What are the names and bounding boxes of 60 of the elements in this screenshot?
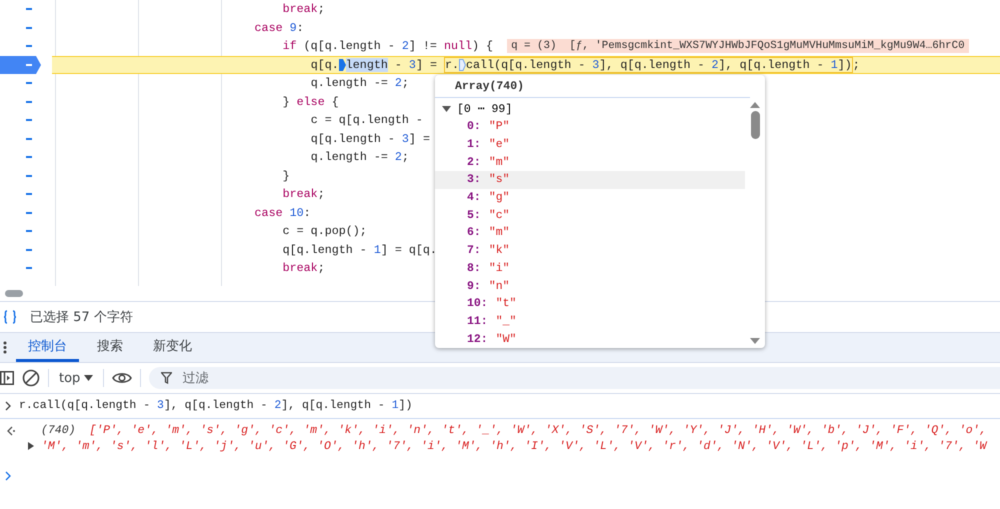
array-item-row[interactable]: 11: "_"	[435, 312, 745, 330]
array-item-row[interactable]: 0: "P"	[435, 118, 745, 136]
array-item-row[interactable]: 8: "i"	[435, 259, 745, 278]
expand-triangle-icon[interactable]	[27, 442, 35, 450]
scrollbar-thumb[interactable]	[750, 111, 760, 139]
panel-tab[interactable]: 搜索	[85, 333, 135, 362]
selected-code-text: length	[346, 58, 388, 72]
code-text: ;	[852, 58, 860, 72]
prompt-chevron-icon	[5, 401, 11, 411]
code-text: r.	[445, 58, 460, 72]
tree-group-row[interactable]: [0 ⋯ 99]	[435, 100, 745, 118]
scroll-up-icon[interactable]	[750, 102, 760, 108]
code-text: q[q.length - 1] = q[q.	[282, 242, 437, 257]
code-text: q[q.	[310, 58, 339, 72]
code-text: - 3] =	[394, 58, 438, 72]
filter-input[interactable]: 过滤	[180, 370, 384, 386]
code-text: q.length -= 2;	[310, 150, 409, 164]
prompt-chevron-icon	[5, 471, 11, 481]
array-item-row[interactable]: 10: "t"	[435, 294, 745, 313]
popover-title: Array(740)	[455, 80, 524, 92]
code-text: c = q.pop();	[282, 224, 367, 238]
sidebar-toggle-icon[interactable]	[0, 370, 14, 386]
array-item-row[interactable]: 12: "W"	[435, 330, 745, 348]
panel-tab[interactable]: 新变化	[141, 333, 204, 362]
array-item-row[interactable]: 9: "n"	[435, 277, 745, 295]
caret-icon	[84, 375, 94, 381]
scrollbar-thumb[interactable]	[5, 290, 23, 297]
array-item-row[interactable]: 4: "g"	[435, 188, 745, 206]
code-text: case 10:	[254, 206, 311, 220]
context-dropdown[interactable]: top	[57, 370, 96, 386]
array-item-row[interactable]: 3: "s"	[435, 170, 745, 189]
execution-arrow-icon[interactable]	[0, 56, 42, 74]
code-text: case 9:	[254, 20, 304, 35]
array-item-row[interactable]: 6: "m"	[435, 224, 745, 242]
filter-icon	[161, 372, 172, 384]
code-text: q[q.length - 3] =	[310, 132, 430, 146]
code-text: break;	[282, 261, 325, 276]
inline-value: q = (3) [ƒ, 'Pemsgcmkint_WXS7WYJHWbJFQoS1gMuMVHuMmsuMiM_kgMu9W4…6hrC0	[507, 39, 969, 54]
breakpoint-marker-icon[interactable]	[459, 58, 466, 71]
code-text: c = q[q.length -	[310, 113, 423, 128]
filter-field[interactable]: 过滤	[149, 367, 1000, 389]
array-item-row[interactable]: 7: "k"	[435, 242, 745, 260]
code-text: q.length -= 2;	[310, 76, 409, 90]
braces-icon[interactable]	[2, 309, 18, 325]
eye-icon[interactable]	[112, 371, 132, 385]
code-text: break;	[282, 187, 325, 202]
array-item-row[interactable]: 2: "m"	[435, 153, 745, 171]
code-text: break;	[282, 2, 325, 16]
code-text: call(q[q.length - 3], q[q.length - 2], q[q.length - 1])	[466, 58, 852, 72]
code-text: if (q[q.length - 2] != null) {	[282, 39, 494, 54]
selection-status: 已选择 57 个字符	[30, 309, 133, 326]
panel-tab[interactable]: 控制台	[16, 333, 79, 362]
console-input-echo: r.call(q[q.length - 3], q[q.length - 2], q[q.length - 1])	[19, 398, 412, 414]
array-item-row[interactable]: 1: "e"	[435, 135, 745, 154]
clear-console-icon[interactable]	[22, 369, 40, 387]
console-result: (740) ['P', 'e', 'm', 's', 'g', 'c', 'm', 'k', 'i', 'n', 't', '_', 'W', 'X', 'S', '7', 'W', 'Y', 'J', 'H', 'W', 'b', 'J', 'F', 'Q', 'o', 'M', 'm', 's', 'l', 'L', 'j', 'u', 'G', 'O', 'h', '7', 'i', 'M', 'h', 'I', 'V', 'L', 'V', 'r', 'd', 'N', 'V', 'L', 'p', 'M', 'i', '7', 'W	[41, 423, 986, 455]
scroll-down-icon[interactable]	[750, 338, 760, 344]
code-text: } else {	[282, 94, 339, 109]
code-text: }	[282, 168, 290, 183]
array-item-row[interactable]: 5: "c"	[435, 206, 745, 224]
